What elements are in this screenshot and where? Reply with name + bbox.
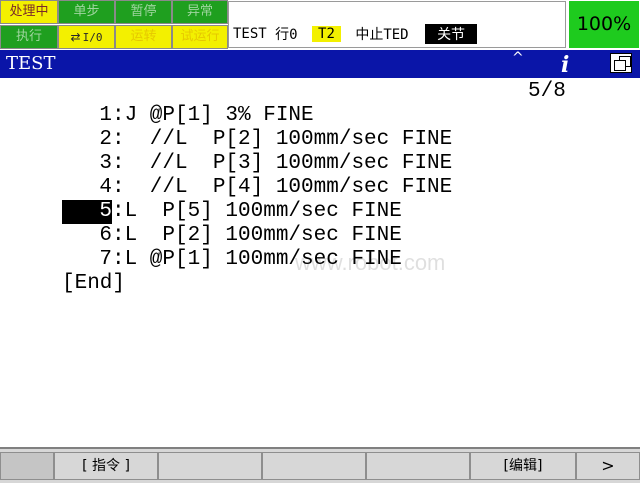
- window-switch-icon[interactable]: [610, 53, 632, 73]
- f1-key[interactable]: [0, 452, 54, 480]
- run-indicator: 执行: [0, 25, 58, 49]
- info-icon[interactable]: i: [561, 52, 569, 78]
- test-mode-indicator: 试运行: [172, 25, 228, 49]
- line-text: : //L P[3] 100mm/sec FINE: [112, 152, 453, 175]
- line-text: :L P[5] 100mm/sec FINE: [112, 200, 402, 223]
- program-line-current[interactable]: 5:L P[5] 100mm/sec FINE: [62, 200, 402, 224]
- program-line[interactable]: 3: //L P[3] 100mm/sec FINE: [62, 152, 452, 176]
- program-line[interactable]: 2: //L P[2] 100mm/sec FINE: [62, 128, 452, 152]
- moving-indicator: 运转: [115, 25, 172, 49]
- title-bar: TEST ^ i: [0, 50, 640, 78]
- line-text: : //L P[4] 100mm/sec FINE: [112, 176, 453, 199]
- message-line: TEST 行0 T2 中止TED 关节: [228, 1, 566, 48]
- program-line[interactable]: 1:J @P[1] 3% FINE: [62, 104, 314, 128]
- f6-edit-key[interactable]: [编辑]: [470, 452, 576, 480]
- program-line[interactable]: 6:L P[2] 100mm/sec FINE: [62, 224, 402, 248]
- line-position: 5/8: [528, 80, 566, 103]
- program-name: TEST: [233, 26, 267, 42]
- f4-key[interactable]: [262, 452, 366, 480]
- line-text: :L P[2] 100mm/sec FINE: [112, 224, 402, 247]
- status-bar: 处理中 单步 暂停 异常 执行 ⇄ I/0 运转 试运行 TEST 行0 T2 中…: [0, 0, 640, 50]
- execution-state: 中止TED: [355, 27, 409, 43]
- mode-badge: T2: [312, 26, 341, 42]
- line-text: :J @P[1] 3% FINE: [112, 104, 314, 127]
- function-key-bar: [ 指令 ] [编辑] >: [0, 447, 640, 483]
- line-num: 2: [99, 128, 112, 151]
- window-title: TEST: [6, 53, 56, 74]
- step-indicator: 单步: [58, 0, 115, 24]
- f2-instruction-key[interactable]: [ 指令 ]: [54, 452, 158, 480]
- program-editor[interactable]: 5/8 1:J @P[1] 3% FINE 2: //L P[2] 100mm/…: [0, 78, 640, 446]
- end-marker: [End]: [62, 272, 126, 295]
- line-num: 7: [99, 248, 112, 271]
- io-label: I/0: [82, 31, 103, 44]
- speed-override: 100%: [569, 1, 639, 48]
- f3-key[interactable]: [158, 452, 262, 480]
- line-num: 3: [99, 152, 112, 175]
- coord-system-badge: 关节: [425, 24, 478, 44]
- line-num: 1: [99, 104, 112, 127]
- io-indicator: ⇄ I/0: [58, 25, 115, 49]
- watermark: www.robot.com: [295, 250, 446, 275]
- f5-key[interactable]: [366, 452, 470, 480]
- line-number: 行0: [275, 27, 298, 43]
- program-line[interactable]: 4: //L P[4] 100mm/sec FINE: [62, 176, 452, 200]
- caret-up-icon: ^: [512, 50, 524, 66]
- hold-indicator: 暂停: [115, 0, 172, 24]
- fault-indicator: 异常: [172, 0, 228, 24]
- line-text: : //L P[2] 100mm/sec FINE: [112, 128, 453, 151]
- io-arrows-icon: ⇄: [70, 30, 81, 44]
- line-num-cursor: 5: [62, 200, 112, 224]
- next-page-icon[interactable]: >: [576, 452, 640, 480]
- busy-indicator: 处理中: [0, 0, 58, 24]
- line-num: 4: [99, 176, 112, 199]
- line-num: 6: [99, 224, 112, 247]
